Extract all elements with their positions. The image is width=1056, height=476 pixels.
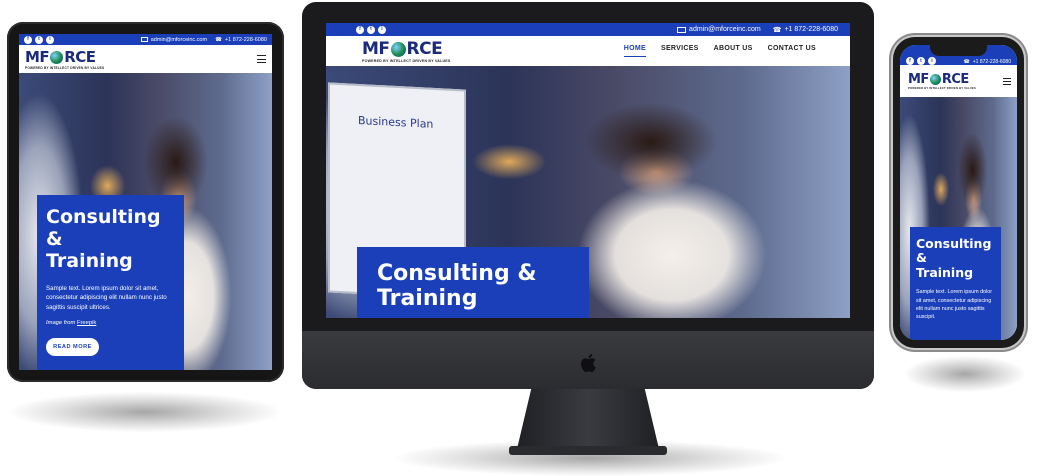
hero-title-line1: Consulting &	[377, 261, 537, 286]
hero-title-line1: Consulting &	[46, 206, 161, 250]
phone-contact[interactable]: ☎ +1 872-228-6080	[773, 26, 838, 34]
logo-wordmark: MF RCE	[908, 72, 976, 87]
phone-notch	[930, 45, 987, 56]
phone-icon: ☎	[215, 36, 222, 43]
hero-text: Sample text. Lorem ipsum dolor sit amet,…	[46, 284, 167, 311]
logo-tagline: POWERED BY INTELLECT DRIVEN BY VALUES	[362, 59, 451, 63]
hero-title: Consulting & Training	[377, 261, 589, 312]
site-header: MF RCE POWERED BY INTELLECT DRIVEN BY VA…	[900, 65, 1017, 97]
instagram-icon[interactable]: i	[378, 25, 386, 34]
main-navigation: HOME SERVICES ABOUT US CONTACT US	[623, 45, 816, 57]
logo-tagline: POWERED BY INTELLECT DRIVEN BY VALUES	[908, 87, 977, 90]
logo-wordmark: MF RCE	[362, 39, 450, 59]
nav-services[interactable]: SERVICES	[661, 45, 699, 57]
globe-icon	[929, 74, 941, 85]
device-mockup-stage: f t i admin@mforceinc.com ☎ +1 872-228-6…	[0, 0, 1056, 476]
social-links: f t i	[24, 35, 54, 44]
social-links: f t i	[356, 25, 386, 34]
read-more-button[interactable]: READ MORE	[46, 338, 99, 357]
nav-about-us[interactable]: ABOUT US	[714, 45, 753, 57]
tablet-screen: f t i admin@mforceinc.com ☎ +1 872-228-6…	[19, 34, 272, 370]
instagram-icon[interactable]: i	[928, 57, 936, 65]
hero-title-line2: Training	[377, 286, 478, 312]
hero-text: Sample text. Lorem ipsum dolor sit amet,…	[916, 289, 993, 321]
facebook-icon[interactable]: f	[906, 57, 914, 65]
desktop-screen: f t i admin@mforceinc.com ☎ +1 872-228-6…	[326, 23, 850, 318]
tablet-device: f t i admin@mforceinc.com ☎ +1 872-228-6…	[7, 22, 284, 382]
hero-card: Consulting & Training	[357, 247, 589, 318]
logo-text-end: RCE	[64, 48, 96, 66]
monitor-base	[509, 446, 667, 455]
mail-icon	[677, 26, 687, 33]
email-contact[interactable]: admin@mforceinc.com	[140, 36, 208, 43]
hero-title: Consulting & Training	[916, 236, 995, 280]
hero-card: Consulting & Training Sample text. Lorem…	[37, 195, 184, 370]
whiteboard-title: Business Plan	[358, 113, 434, 131]
hero-title-line1: Consulting &	[916, 236, 992, 266]
nav-contact-us[interactable]: CONTACT US	[768, 45, 816, 57]
freepik-link[interactable]: Freepik	[77, 320, 96, 326]
apple-logo-icon	[580, 354, 596, 373]
site-logo[interactable]: MF RCE POWERED BY INTELLECT DRIVEN BY VA…	[25, 48, 104, 70]
facebook-icon[interactable]: f	[24, 35, 32, 44]
twitter-icon[interactable]: t	[367, 25, 375, 34]
hero-image: Consulting & Training Sample text. Lorem…	[900, 97, 1017, 340]
phone-contact[interactable]: ☎ +1 872-228-6080	[215, 37, 267, 43]
image-credit: Image from Freepik	[46, 320, 175, 326]
top-contact-bar: f t i admin@mforceinc.com ☎ +1 872-228-6…	[326, 23, 850, 36]
email-contact[interactable]: admin@mforceinc.com	[677, 26, 761, 33]
hero-title: Consulting & Training	[46, 206, 175, 273]
globe-icon	[390, 41, 406, 57]
phone-icon: ☎	[772, 26, 782, 34]
contact-info: admin@mforceinc.com ☎ +1 872-228-6080	[677, 26, 838, 34]
top-contact-bar: f t i admin@mforceinc.com ☎ +1 872-228-6…	[19, 34, 272, 45]
instagram-icon[interactable]: i	[46, 35, 54, 44]
twitter-icon[interactable]: t	[917, 57, 925, 65]
monitor-stand	[517, 389, 659, 449]
hero-image: Business Plan Consulting & Training	[326, 66, 850, 318]
phone-text: +1 872-228-6080	[972, 59, 1011, 65]
site-header: MF RCE POWERED BY INTELLECT DRIVEN BY VA…	[19, 45, 272, 73]
smartphone-device: f t i ☎ +1 872-228-6080 MF RCE POWERED B…	[893, 37, 1024, 348]
globe-icon	[50, 50, 64, 64]
tablet-shadow	[10, 392, 280, 432]
phone-shadow	[905, 356, 1025, 392]
hero-title-line2: Training	[916, 264, 974, 280]
hamburger-menu-icon[interactable]	[257, 55, 266, 63]
nav-home[interactable]: HOME	[623, 45, 646, 57]
hero-card: Consulting & Training Sample text. Lorem…	[910, 227, 1001, 340]
phone-icon: ☎	[963, 59, 970, 65]
facebook-icon[interactable]: f	[356, 25, 364, 34]
logo-text-start: MF	[25, 48, 50, 66]
hero-title-line2: Training	[46, 249, 133, 272]
logo-text-start: MF	[908, 72, 929, 87]
phone-contact[interactable]: ☎ +1 872-228-6080	[964, 59, 1011, 65]
logo-wordmark: MF RCE	[25, 48, 104, 66]
site-logo[interactable]: MF RCE POWERED BY INTELLECT DRIVEN BY VA…	[908, 72, 976, 90]
hero-image: Consulting & Training Sample text. Lorem…	[19, 73, 272, 370]
site-logo[interactable]: MF RCE POWERED BY INTELLECT DRIVEN BY VA…	[362, 39, 450, 63]
twitter-icon[interactable]: t	[35, 35, 43, 44]
phone-screen: f t i ☎ +1 872-228-6080 MF RCE POWERED B…	[900, 45, 1017, 340]
logo-text-end: RCE	[406, 39, 443, 59]
contact-info: admin@mforceinc.com ☎ +1 872-228-6080	[140, 36, 267, 43]
email-text: admin@mforceinc.com	[150, 36, 208, 43]
desktop-monitor: f t i admin@mforceinc.com ☎ +1 872-228-6…	[302, 2, 874, 389]
social-links: f t i	[906, 57, 936, 65]
phone-text: +1 872-228-6080	[784, 26, 838, 33]
phone-text: +1 872-228-6080	[224, 36, 267, 43]
email-text: admin@mforceinc.com	[689, 26, 761, 33]
mail-icon	[140, 37, 148, 42]
hamburger-menu-icon[interactable]	[1003, 77, 1011, 85]
logo-text-start: MF	[362, 39, 390, 59]
logo-text-end: RCE	[941, 72, 969, 87]
credit-prefix: Image from	[46, 320, 76, 327]
site-header: MF RCE POWERED BY INTELLECT DRIVEN BY VA…	[326, 36, 850, 66]
logo-tagline: POWERED BY INTELLECT DRIVEN BY VALUES	[25, 66, 105, 70]
